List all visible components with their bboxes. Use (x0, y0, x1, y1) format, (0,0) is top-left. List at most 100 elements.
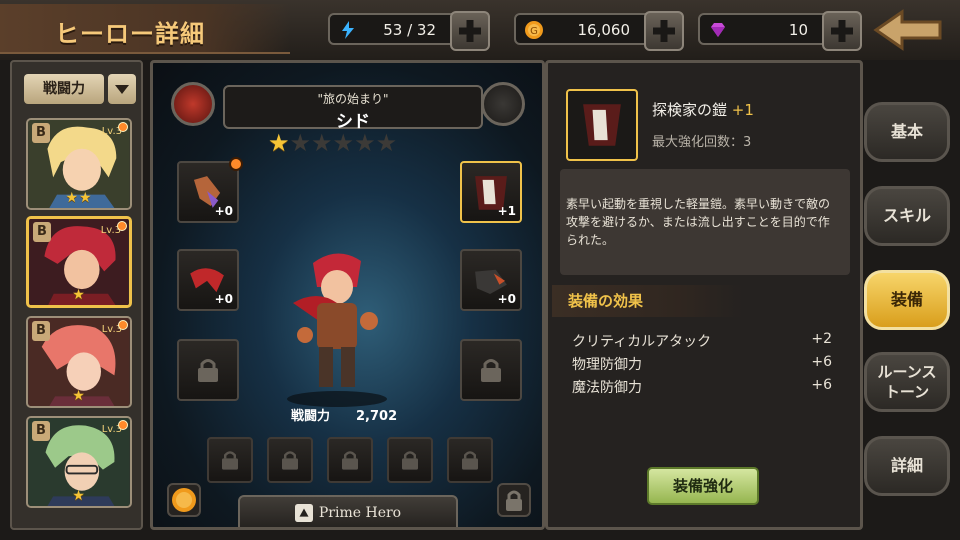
prime-hero-button[interactable]: Prime Hero (238, 495, 458, 527)
max-enhance-count: 最大強化回数：3 (652, 135, 752, 150)
hero-card[interactable]: B Lv.3 ★ (26, 416, 132, 508)
combat-power: 戦闘力 2,702 (291, 405, 397, 424)
armor-slot[interactable]: +1 (460, 161, 522, 223)
hero-list-panel: 戦闘力 B Lv.3 ★★ B Lv.3 ★ B Lv.3 ★ B Lv.3 ★ (10, 60, 143, 530)
gold-value: 16,060 (577, 21, 631, 39)
notification-dot (118, 420, 128, 430)
lock-icon (222, 451, 238, 470)
effect-row: 物理防御力 +6 (572, 354, 832, 374)
lock-toggle-button[interactable] (497, 483, 531, 517)
tab-runestone[interactable]: ルーンストーン (864, 352, 950, 412)
effect-label: 物理防御力 (572, 357, 642, 373)
gold-coin-button[interactable] (167, 483, 201, 517)
armor-icon (583, 104, 621, 146)
notification-dot (117, 221, 127, 231)
notification-dot (118, 122, 128, 132)
hero-stars: ★ (72, 388, 86, 404)
lock-icon (342, 451, 358, 470)
lock-icon (506, 490, 522, 511)
locked-accessory-slot[interactable] (327, 437, 373, 483)
stamina-value: 53 / 32 (383, 21, 436, 39)
item-name: 探検家の鎧 +1 (652, 99, 754, 120)
sort-button[interactable]: 戦闘力 (24, 74, 104, 104)
hero-rank-badge: B (32, 421, 50, 441)
class-emblem-icon (481, 82, 525, 126)
lightning-icon (342, 21, 354, 39)
add-gem-button[interactable] (822, 11, 862, 51)
sort-dropdown-button[interactable] (108, 74, 136, 104)
item-name-text: 探検家の鎧 (652, 101, 728, 119)
combat-power-value: 2,702 (356, 409, 398, 424)
effect-value: +2 (811, 331, 832, 347)
lock-icon (198, 359, 218, 382)
top-bar: ヒーロー詳細 53 / 32 G 16,060 10 (0, 0, 960, 60)
enhance-level: +1 (497, 204, 516, 218)
title-plate: ヒーロー詳細 (0, 4, 290, 54)
locked-accessory-slot[interactable] (387, 437, 433, 483)
selected-item-icon (566, 89, 638, 161)
enhance-equipment-button[interactable]: 装備強化 (647, 467, 759, 505)
item-detail-panel: 探検家の鎧 +1 最大強化回数：3 素早い起動を重視した軽量鎧。素早い動きで敵の… (545, 60, 863, 530)
locked-accessory-slot[interactable] (267, 437, 313, 483)
notification-dot (229, 157, 243, 171)
hero-name-plate: "旅の始まり" シド (223, 85, 483, 132)
gem-counter: 10 (698, 11, 862, 51)
locked-slot[interactable] (177, 339, 239, 401)
star-empty: ★★★★★ (289, 129, 398, 157)
hero-card[interactable]: B Lv.3 ★★ (26, 118, 132, 210)
hero-stars: ★ (72, 488, 86, 504)
gold-coin-icon: G (525, 21, 543, 39)
effects-title: 装備の効果 (552, 285, 742, 317)
gem-value: 10 (788, 21, 808, 39)
hero-display-panel: "旅の始まり" シド ★★★★★★ +0 +1 +0 +0 戦闘力 2,702 … (150, 60, 545, 530)
prime-hero-label: Prime Hero (318, 505, 402, 521)
star-filled: ★ (268, 129, 290, 157)
hero-rank-badge: B (33, 222, 51, 242)
hero-card-selected[interactable]: B Lv.3 ★ (26, 216, 132, 308)
add-stamina-button[interactable] (450, 11, 490, 51)
effect-label: クリティカルアタック (572, 334, 712, 350)
lock-icon (481, 359, 501, 382)
back-arrow-icon[interactable] (872, 8, 944, 52)
add-gold-button[interactable] (644, 11, 684, 51)
tab-detail[interactable]: 詳細 (864, 436, 950, 496)
gold-coin-icon (172, 488, 196, 512)
locked-accessory-slot[interactable] (447, 437, 493, 483)
svg-text:G: G (530, 26, 538, 37)
effect-row: 魔法防御力 +6 (572, 377, 832, 397)
lock-icon (462, 451, 478, 470)
tab-basic[interactable]: 基本 (864, 102, 950, 162)
hero-card[interactable]: B Lv.3 ★ (26, 316, 132, 408)
effect-label: 魔法防御力 (572, 380, 642, 396)
hero-star-rating: ★★★★★★ (268, 129, 397, 157)
effect-value: +6 (811, 377, 832, 393)
prime-hero-icon (294, 504, 313, 522)
gold-counter: G 16,060 (514, 11, 684, 51)
locked-slot[interactable] (460, 339, 522, 401)
weapon-slot[interactable]: +0 (177, 157, 243, 223)
stamina-counter: 53 / 32 (328, 11, 490, 51)
hero-rank-badge: B (32, 123, 50, 143)
item-description: 素早い起動を重視した軽量鎧。素早い動きで敵の攻撃を避けるか、または流し出すことを… (560, 169, 850, 275)
gem-icon (711, 23, 725, 37)
enhance-level: +0 (497, 292, 516, 306)
tab-skill[interactable]: スキル (864, 186, 950, 246)
combat-power-label: 戦闘力 (291, 409, 331, 424)
effect-row: クリティカルアタック +2 (572, 331, 832, 351)
page-title: ヒーロー詳細 (55, 20, 205, 48)
lock-icon (282, 451, 298, 470)
attribute-emblem-icon (171, 82, 215, 126)
enhance-level: +0 (214, 292, 233, 306)
hero-rank-badge: B (32, 321, 50, 341)
notification-dot (118, 320, 128, 330)
hero-stars: ★★ (65, 190, 93, 206)
tab-equip[interactable]: 装備 (864, 270, 950, 330)
hero-stars: ★ (72, 287, 86, 303)
enhance-level: +0 (214, 204, 233, 218)
locked-accessory-slot[interactable] (207, 437, 253, 483)
hero-character-sprite (287, 253, 387, 407)
item-enhance-level: +1 (731, 101, 754, 119)
boots-slot[interactable]: +0 (460, 249, 522, 311)
cape-slot[interactable]: +0 (177, 249, 239, 311)
effect-value: +6 (811, 354, 832, 370)
